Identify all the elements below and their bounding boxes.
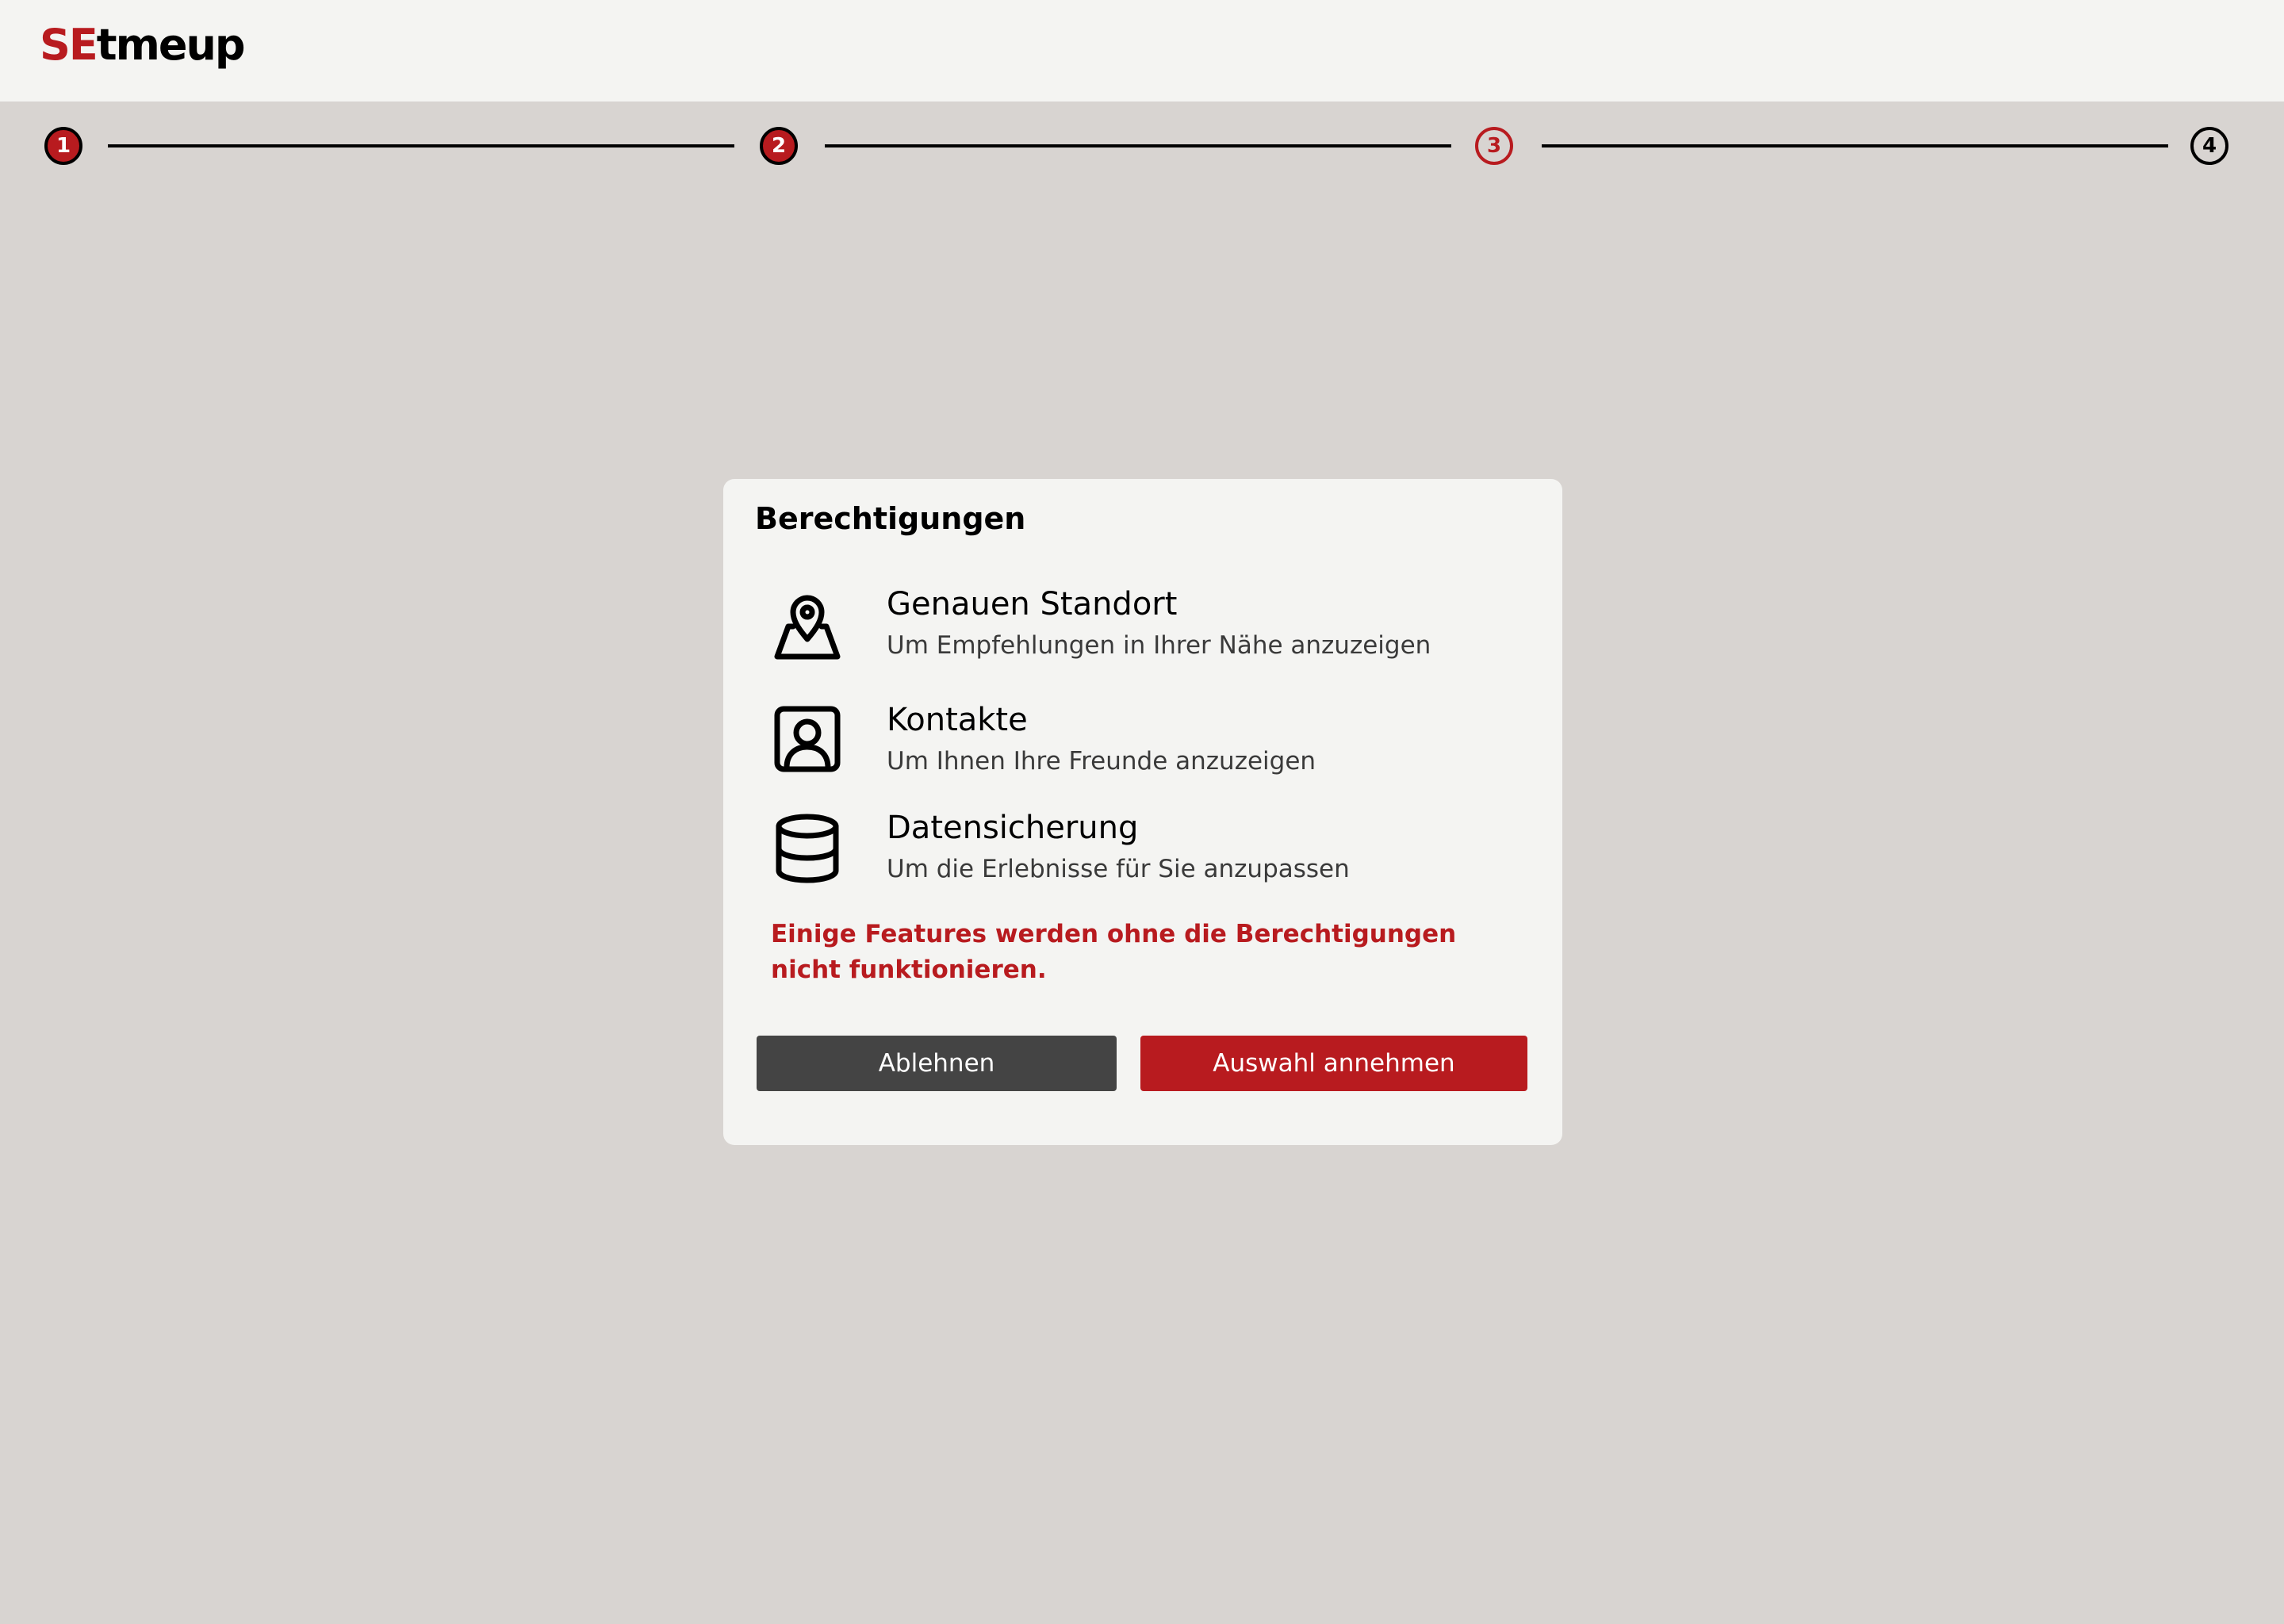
permissions-dialog: Berechtigungen Genauen Standort Um Empfe…: [723, 479, 1562, 1145]
accept-selection-button[interactable]: Auswahl annehmen: [1140, 1036, 1527, 1091]
permission-title: Kontakte: [887, 702, 1028, 738]
contact-icon: [774, 706, 841, 772]
app-logo[interactable]: SEtmeup: [40, 24, 246, 67]
map-pin-icon: [774, 595, 841, 660]
top-bar: SEtmeup: [0, 0, 2284, 102]
step-1: 1: [44, 127, 82, 165]
permission-description: Um Empfehlungen in Ihrer Nähe anzuzeigen: [887, 631, 1431, 660]
step-connector-2: [825, 144, 1451, 147]
permission-title: Genauen Standort: [887, 586, 1178, 622]
step-connector-3: [1542, 144, 2168, 147]
step-3: 3: [1475, 127, 1513, 165]
permission-description: Um die Erlebnisse für Sie anzupassen: [887, 855, 1350, 883]
logo-part-se: SE: [40, 20, 98, 70]
step-4: 4: [2190, 127, 2228, 165]
permission-title: Datensicherung: [887, 810, 1139, 846]
progress-stepper: 1 2 3 4: [0, 127, 2284, 171]
dialog-title: Berechtigungen: [755, 501, 1026, 536]
logo-part-tmeup: tmeup: [96, 20, 246, 70]
database-icon: [776, 814, 839, 883]
step-connector-1: [108, 144, 734, 147]
step-2: 2: [760, 127, 798, 165]
decline-button[interactable]: Ablehnen: [757, 1036, 1117, 1091]
permissions-warning: Einige Features werden ohne die Berechti…: [771, 920, 1457, 984]
permission-description: Um Ihnen Ihre Freunde anzuzeigen: [887, 747, 1316, 776]
